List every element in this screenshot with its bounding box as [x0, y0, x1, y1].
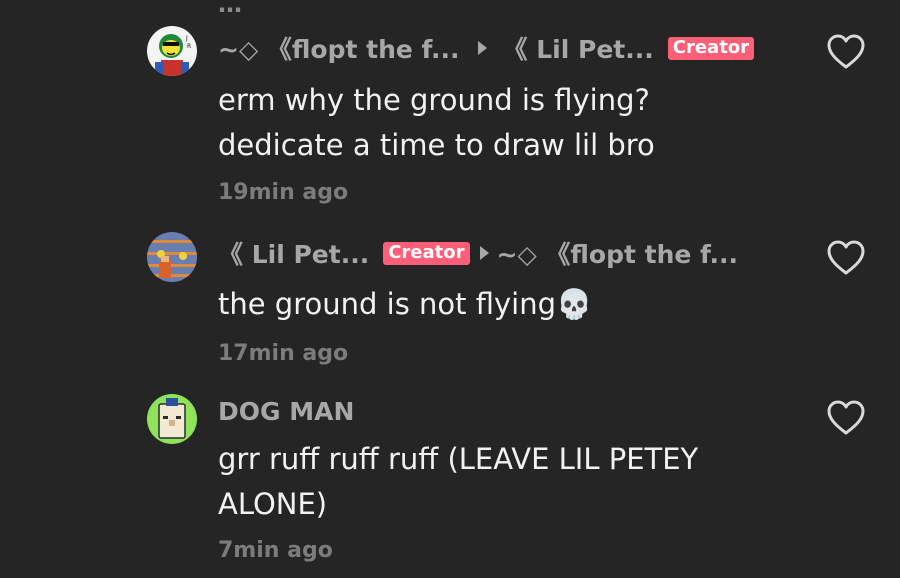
- comment-timestamp: 17min ago: [218, 341, 349, 366]
- reply-arrow-icon: [477, 41, 487, 55]
- comment-text-line: erm why the ground is flying?: [218, 83, 650, 117]
- cartoon-character-avatar-icon[interactable]: J R: [147, 26, 197, 76]
- comment-header: 《 Lil Pet... Creator ~◇ 《flopt the f...: [218, 235, 739, 271]
- comment-author[interactable]: 《 Lil Pet...: [218, 235, 369, 271]
- creator-badge: Creator: [667, 36, 755, 60]
- comment-text-line: ALONE): [218, 487, 328, 521]
- dog-man-avatar-icon[interactable]: [147, 394, 197, 444]
- reply-arrow-icon: [479, 246, 489, 260]
- comment-timestamp: 19min ago: [218, 180, 349, 205]
- comment-text: erm why the ground is flying? dedicate a…: [218, 78, 818, 168]
- comment-text-line: grr ruff ruff ruff (LEAVE LIL PETEY: [218, 442, 699, 476]
- creator-badge: Creator: [383, 241, 470, 265]
- comment-thread: … J R ~◇ 《flopt the f... 《 Lil Pet... Cr…: [0, 0, 900, 578]
- pixel-art-avatar-icon[interactable]: [147, 232, 197, 282]
- comment-author[interactable]: DOG MAN: [218, 397, 354, 426]
- comment-header: DOG MAN: [218, 396, 354, 426]
- comment-header: ~◇ 《flopt the f... 《 Lil Pet... Creator: [218, 30, 755, 66]
- svg-text:R: R: [187, 43, 191, 50]
- comment-text: the ground is not flying💀: [218, 282, 818, 327]
- reply-to-author[interactable]: ~◇ 《flopt the f...: [497, 235, 739, 271]
- comment-text-line: dedicate a time to draw lil bro: [218, 128, 655, 162]
- comment-text-line: the ground is not flying💀: [218, 287, 593, 321]
- comment-timestamp: 7min ago: [218, 538, 333, 563]
- heart-outline-icon[interactable]: [826, 400, 866, 436]
- clipped-previous-text: …: [218, 0, 242, 18]
- comment-author[interactable]: ~◇ 《flopt the f...: [218, 30, 460, 66]
- svg-text:J: J: [185, 35, 188, 42]
- comment-text: grr ruff ruff ruff (LEAVE LIL PETEY ALON…: [218, 437, 818, 527]
- reply-to-author[interactable]: 《 Lil Pet...: [503, 30, 654, 66]
- heart-outline-icon[interactable]: [826, 34, 866, 70]
- heart-outline-icon[interactable]: [826, 240, 866, 276]
